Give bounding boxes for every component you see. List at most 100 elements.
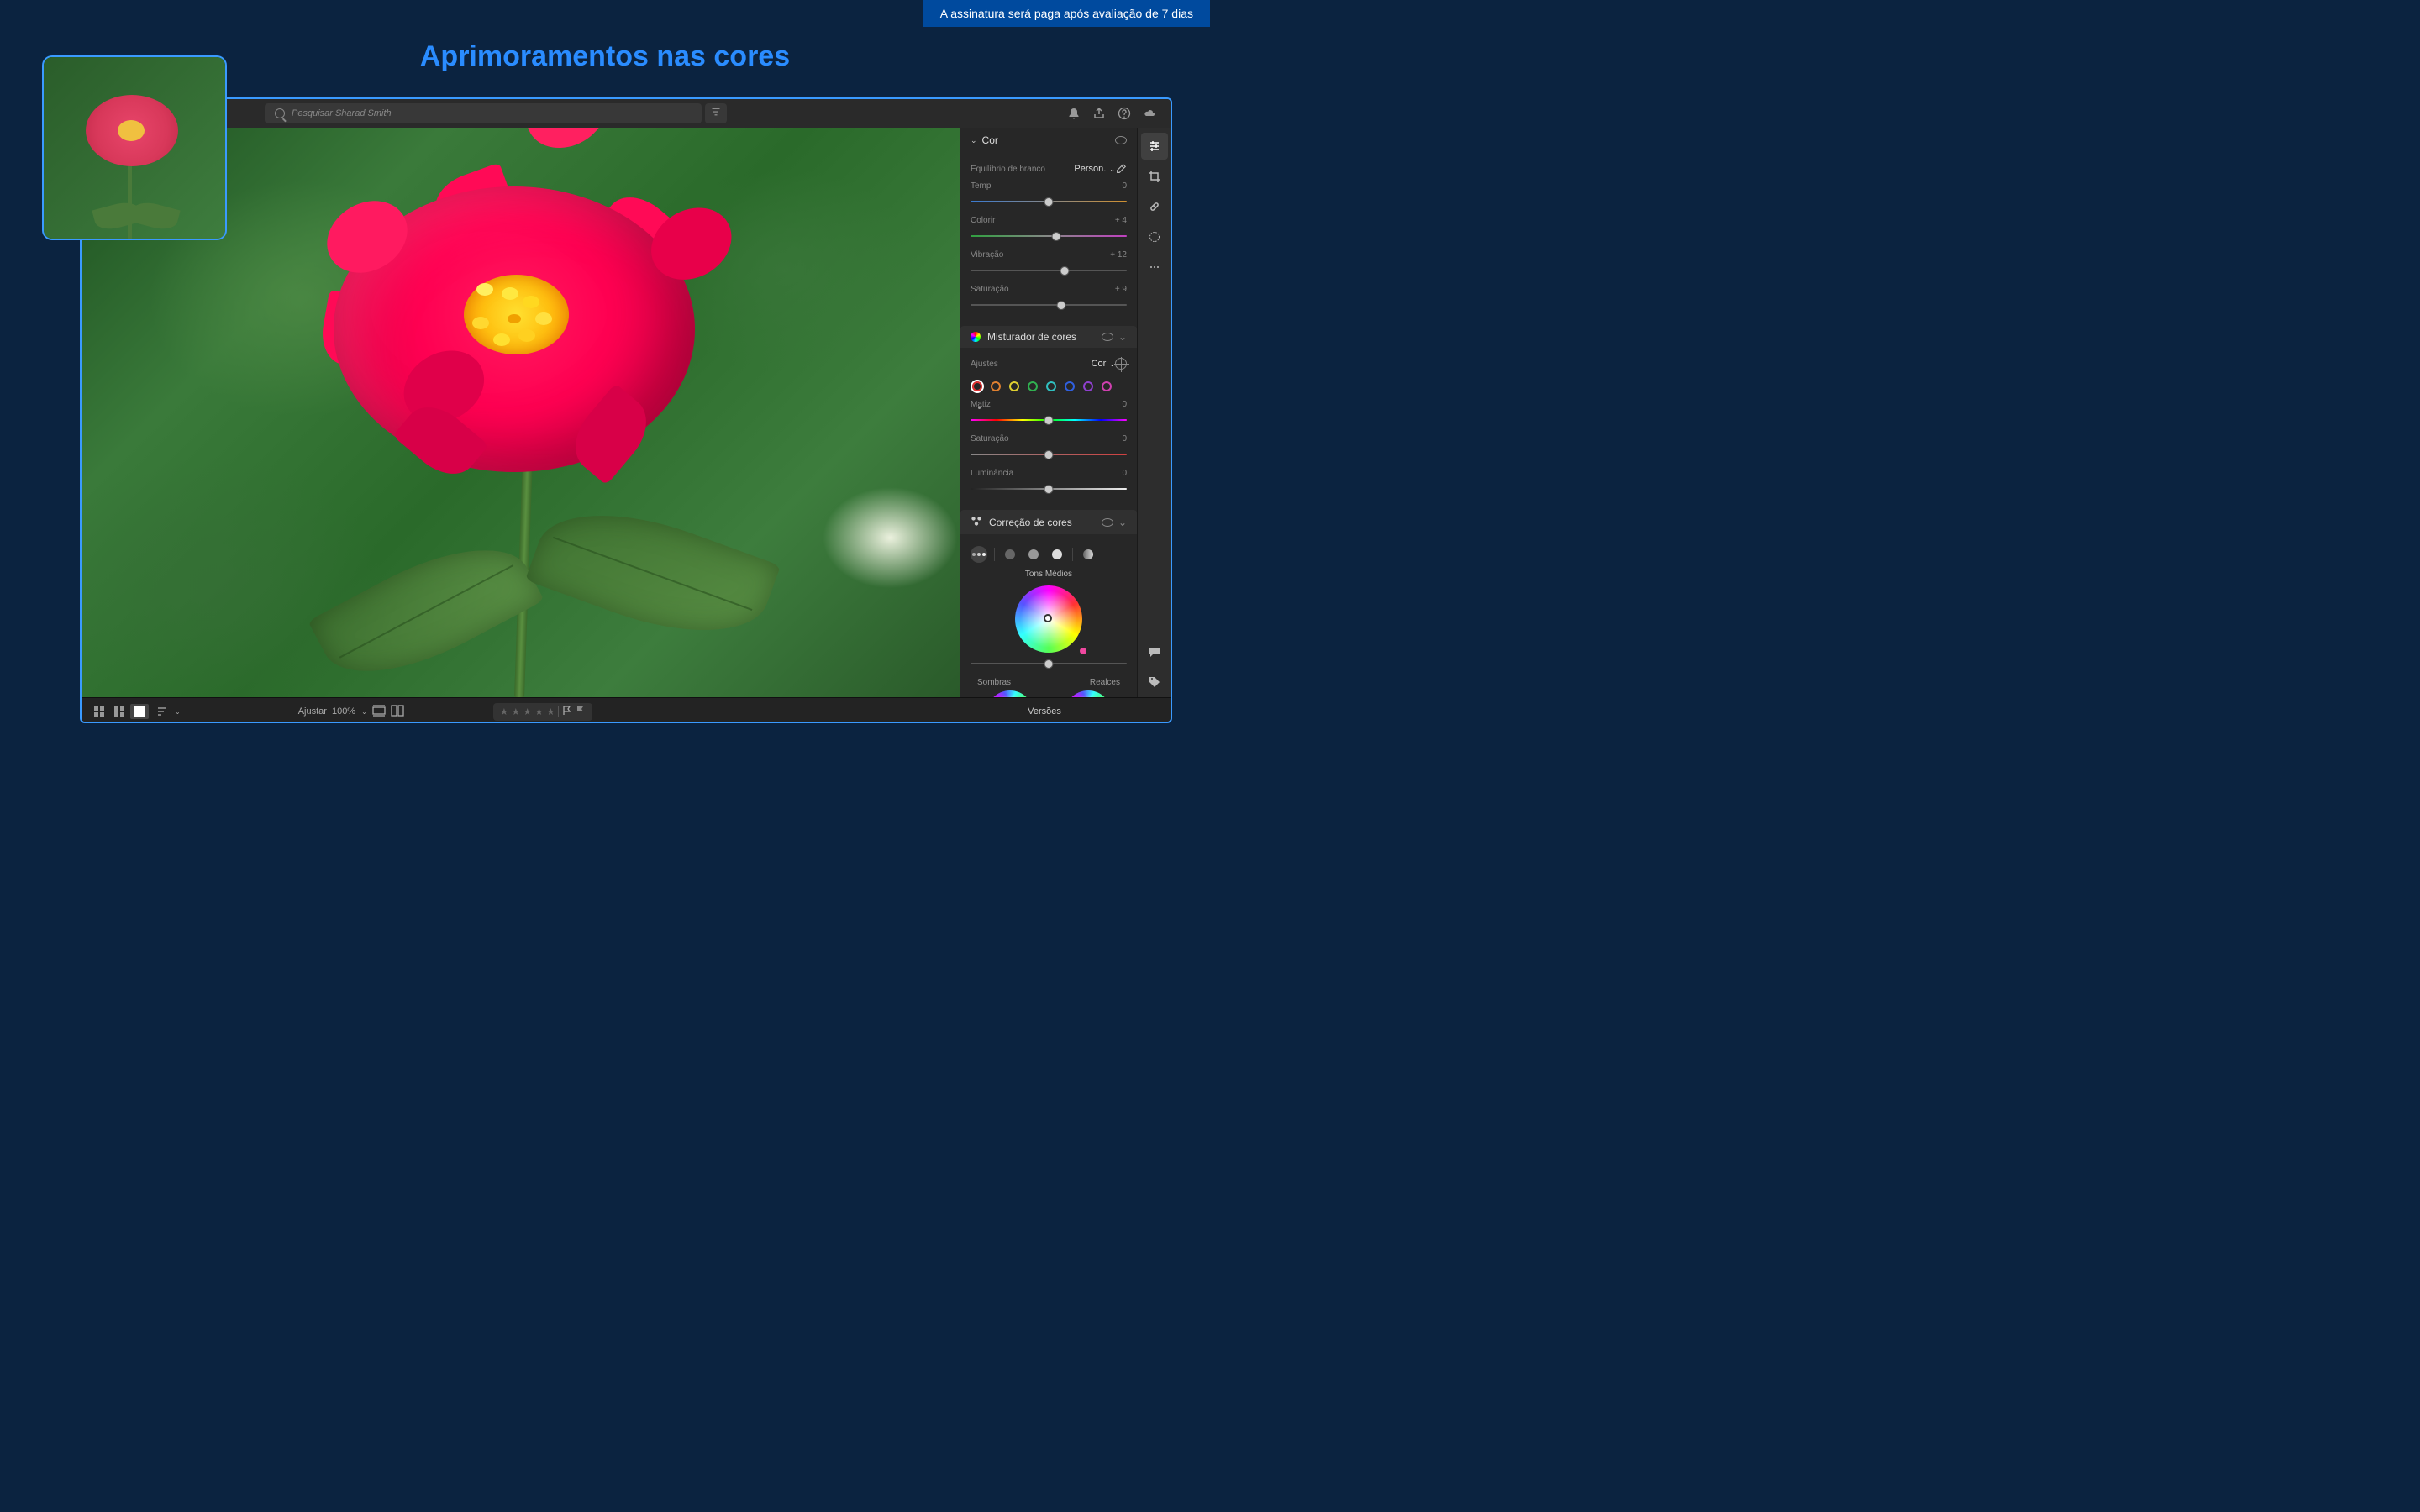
midtones-color-wheel[interactable] — [1015, 585, 1082, 653]
before-thumbnail — [42, 55, 227, 240]
search-input[interactable]: Pesquisar Sharad Smith — [265, 103, 702, 123]
keywords-button[interactable] — [1141, 669, 1168, 696]
tool-strip — [1137, 128, 1171, 697]
detail-view-button[interactable] — [130, 704, 149, 719]
search-placeholder: Pesquisar Sharad Smith — [292, 108, 392, 118]
color-slider-2[interactable] — [971, 265, 1127, 276]
mixer-slider-1[interactable] — [971, 449, 1127, 460]
shadows-color-wheel[interactable] — [986, 690, 1034, 697]
color-value-3: + 9 — [1115, 285, 1127, 294]
grading-highlights-button[interactable] — [1049, 546, 1065, 563]
heal-tool[interactable] — [1141, 193, 1168, 220]
color-wheel-icon — [971, 332, 981, 342]
mixer-panel-header[interactable]: Misturador de cores ⌄ — [960, 326, 1137, 348]
tag-icon — [1148, 675, 1161, 689]
adjust-label: Ajustes — [971, 360, 1092, 369]
sort-button[interactable]: ⌄ — [157, 706, 181, 717]
grading-midtones-button[interactable] — [1025, 546, 1042, 563]
fit-label[interactable]: Ajustar — [298, 706, 327, 717]
topbar: Pesquisar Sharad Smith — [82, 99, 1171, 128]
wb-dropdown[interactable]: Person.⌄ — [1074, 164, 1115, 174]
mixer-slider-2[interactable] — [971, 483, 1127, 495]
star-5[interactable]: ★ — [547, 706, 555, 717]
help-button[interactable] — [1112, 102, 1137, 125]
grading-all-button[interactable] — [971, 546, 987, 563]
color-label-1: Colorir — [971, 216, 1115, 225]
mixer-panel: Ajustes Cor⌄ Matiz0Saturação0Luminância0 — [960, 348, 1137, 507]
saturation-dot[interactable] — [1080, 648, 1086, 654]
grading-panel: Tons Médios Sombras Realces — [960, 534, 1137, 697]
color-swatch-3[interactable] — [1026, 380, 1039, 393]
color-swatch-4[interactable] — [1044, 380, 1058, 393]
flag-pick-button[interactable] — [562, 706, 572, 718]
crop-tool[interactable] — [1141, 163, 1168, 190]
zoom-dropdown[interactable]: 100% ⌄ — [332, 706, 367, 717]
color-slider-0[interactable] — [971, 196, 1127, 207]
eye-icon[interactable] — [1102, 518, 1113, 527]
eye-icon[interactable] — [1102, 333, 1113, 341]
filter-button[interactable] — [705, 103, 727, 123]
grading-shadows-button[interactable] — [1002, 546, 1018, 563]
versions-button[interactable]: Versões — [960, 706, 1128, 717]
highlights-color-wheel[interactable] — [1065, 690, 1112, 697]
flag-reject-button[interactable] — [576, 706, 586, 718]
color-swatch-0[interactable] — [971, 380, 984, 393]
compare-view-button[interactable] — [110, 704, 129, 719]
mixer-label-1: Saturação — [971, 434, 1122, 444]
color-swatch-7[interactable] — [1100, 380, 1113, 393]
color-slider-3[interactable] — [971, 299, 1127, 311]
mask-icon — [1148, 230, 1161, 244]
target-adjustment-button[interactable] — [1115, 358, 1127, 370]
eyedropper-button[interactable] — [1115, 163, 1127, 175]
flag-filled-icon — [576, 706, 586, 716]
chevron-down-icon: ⌄ — [1109, 165, 1115, 173]
share-icon — [1092, 107, 1106, 120]
grading-global-button[interactable] — [1080, 546, 1097, 563]
mixer-label-2: Luminância — [971, 469, 1122, 478]
comment-icon — [1148, 645, 1161, 659]
color-panel-header[interactable]: ⌄ Cor — [960, 128, 1137, 153]
edit-sidebar: ⌄ Cor Equilíbrio de branco Person.⌄ Temp… — [960, 128, 1137, 697]
color-swatch-5[interactable] — [1063, 380, 1076, 393]
grid-view-button[interactable] — [90, 704, 108, 719]
filmstrip-button[interactable] — [372, 705, 386, 719]
thumbnail-image — [44, 57, 225, 239]
mask-tool[interactable] — [1141, 223, 1168, 250]
wb-label: Equilíbrio de branco — [971, 165, 1074, 174]
share-button[interactable] — [1086, 102, 1112, 125]
chevron-down-icon[interactable]: ⌄ — [1118, 517, 1127, 528]
filmstrip-icon — [372, 705, 386, 717]
compare-icon — [113, 706, 125, 717]
chevron-down-icon: ⌄ — [361, 708, 367, 716]
color-swatch-6[interactable] — [1081, 380, 1095, 393]
more-tools[interactable] — [1141, 254, 1168, 281]
comments-button[interactable] — [1141, 638, 1168, 665]
star-3[interactable]: ★ — [523, 706, 532, 717]
compare-toggle-button[interactable] — [391, 705, 404, 719]
star-1[interactable]: ★ — [500, 706, 508, 717]
mixer-value-1: 0 — [1122, 434, 1127, 444]
color-slider-1[interactable] — [971, 230, 1127, 242]
mixer-slider-0[interactable] — [971, 414, 1127, 426]
bandage-icon — [1148, 200, 1161, 213]
color-swatch-2[interactable] — [1007, 380, 1021, 393]
notifications-button[interactable] — [1061, 102, 1086, 125]
grading-panel-header[interactable]: Correção de cores ⌄ — [960, 510, 1137, 534]
bottom-bar: ⌄ ★ ★ ★ ★ ★ Ajustar 100% ⌄ Versões — [82, 697, 1171, 723]
star-4[interactable]: ★ — [535, 706, 544, 717]
adjust-dropdown[interactable]: Cor⌄ — [1092, 359, 1115, 369]
color-swatches — [971, 373, 1127, 396]
color-swatch-1[interactable] — [989, 380, 1002, 393]
color-label-0: Temp — [971, 181, 1122, 191]
app-window: Pesquisar Sharad Smith — [80, 97, 1172, 723]
eye-icon[interactable] — [1115, 136, 1127, 144]
edit-tool[interactable] — [1141, 133, 1168, 160]
color-label-3: Saturação — [971, 285, 1115, 294]
luminance-slider[interactable] — [971, 658, 1127, 669]
star-2[interactable]: ★ — [512, 706, 520, 717]
sort-icon — [157, 706, 169, 717]
cloud-sync-button[interactable] — [1137, 102, 1162, 125]
chevron-down-icon: ⌄ — [971, 136, 977, 145]
grid-icon — [93, 706, 105, 717]
chevron-down-icon[interactable]: ⌄ — [1118, 331, 1127, 343]
